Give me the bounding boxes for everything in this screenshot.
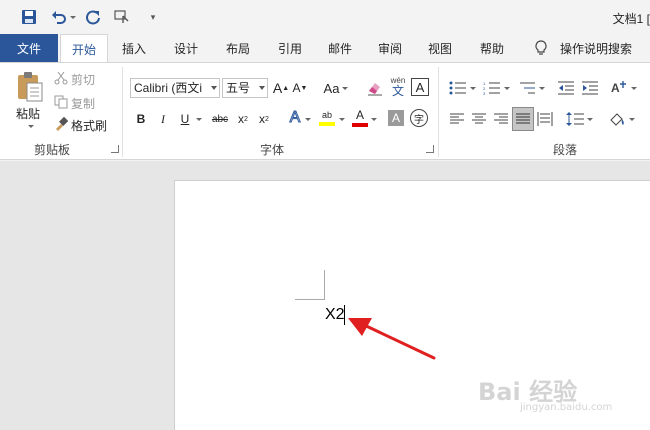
character-shading-button[interactable]: A (388, 110, 404, 126)
highlight-button[interactable]: ab (318, 107, 336, 129)
title-bar: ▾ 文档1 [ (0, 0, 650, 34)
highlight-swatch (319, 122, 335, 126)
superscript-button[interactable]: x2 (256, 110, 272, 128)
justify-icon[interactable] (512, 107, 534, 131)
tab-view[interactable]: 视图 (420, 34, 460, 62)
underline-button[interactable]: U (178, 110, 192, 128)
cut-icon[interactable] (54, 71, 68, 85)
format-painter-icon[interactable] (54, 117, 68, 131)
undo-dropdown-icon[interactable] (66, 8, 76, 26)
annotation-arrow-icon (348, 318, 436, 360)
distributed-icon[interactable] (536, 109, 554, 129)
tab-insert[interactable]: 插入 (114, 34, 154, 62)
group-divider (122, 67, 123, 157)
font-color-button[interactable]: A (351, 107, 369, 129)
customize-qat-icon[interactable]: ▾ (144, 8, 162, 26)
italic-button[interactable]: I (156, 110, 170, 128)
shrink-font-label: A (292, 81, 301, 95)
font-color-label: A (355, 108, 364, 122)
shrink-font-button[interactable]: A ▼ (292, 78, 308, 98)
svg-text:3: 3 (483, 91, 486, 95)
font-color-swatch (352, 123, 368, 127)
tab-design[interactable]: 设计 (166, 34, 206, 62)
group-divider (438, 67, 439, 157)
subscript-button[interactable]: x2 (235, 110, 251, 128)
paste-icon[interactable] (14, 71, 46, 103)
format-painter-button[interactable]: 格式刷 (71, 117, 107, 134)
document-page[interactable] (174, 180, 650, 430)
character-border-button[interactable]: A (411, 78, 429, 96)
align-center-icon[interactable] (470, 109, 488, 129)
text-effects-dropdown-icon[interactable] (304, 110, 312, 128)
phonetic-guide-button[interactable]: wén 文 (389, 75, 407, 99)
shading-icon[interactable] (606, 109, 636, 129)
chinese-layout-icon[interactable]: A (608, 78, 638, 98)
align-right-icon[interactable] (492, 109, 510, 129)
tab-help[interactable]: 帮助 (472, 34, 512, 62)
superscript-index: 2 (265, 115, 269, 123)
lightbulb-icon[interactable] (532, 34, 550, 62)
font-color-dropdown-icon[interactable] (370, 110, 378, 128)
grow-font-label: A (272, 80, 283, 96)
chevron-down-icon[interactable] (211, 86, 217, 90)
tell-me-search[interactable]: 操作说明搜索 (556, 34, 636, 62)
tab-home[interactable]: 开始 (60, 34, 108, 63)
numbering-icon[interactable]: 123 (482, 78, 510, 98)
clear-formatting-icon[interactable] (366, 78, 384, 98)
underline-dropdown-icon[interactable] (194, 110, 204, 128)
copy-icon[interactable] (54, 95, 68, 109)
redo-icon[interactable] (84, 8, 102, 26)
font-size-box[interactable]: 五号 (222, 78, 268, 98)
touch-mode-icon[interactable] (114, 8, 132, 26)
change-case-label: Aa (323, 80, 340, 96)
bold-button[interactable]: B (134, 110, 148, 128)
font-name-value: Calibri (西文i (134, 81, 203, 95)
copy-button[interactable]: 复制 (71, 95, 95, 112)
font-name-box[interactable]: Calibri (西文i (130, 78, 220, 98)
text-effects-button[interactable]: A (286, 108, 304, 128)
clipboard-group-label: 剪贴板 (34, 143, 71, 157)
decrease-indent-icon[interactable] (556, 78, 576, 98)
tab-mailings[interactable]: 邮件 (320, 34, 360, 62)
chevron-down-icon[interactable] (259, 86, 265, 90)
margin-marker (295, 299, 325, 300)
tab-file[interactable]: 文件 (0, 34, 58, 62)
change-case-button[interactable]: Aa (323, 78, 349, 98)
clipboard-launcher-icon[interactable] (111, 145, 119, 153)
font-group-label: 字体 (260, 143, 285, 157)
grow-font-button[interactable]: A ▲ (273, 78, 289, 98)
strikethrough-button[interactable]: abc (209, 110, 231, 128)
align-left-icon[interactable] (448, 109, 466, 129)
svg-text:A: A (611, 81, 620, 95)
cut-button[interactable]: 剪切 (71, 71, 95, 88)
line-spacing-icon[interactable] (564, 109, 594, 129)
tab-review[interactable]: 审阅 (370, 34, 410, 62)
enclose-characters-button[interactable]: 字 (410, 109, 428, 127)
paragraph-group-label: 段落 (553, 143, 578, 157)
ribbon-tabs: 文件 开始 插入 设计 布局 引用 邮件 审阅 视图 帮助 操作说明搜索 (0, 34, 650, 63)
phonetic-guide-char: 文 (391, 84, 404, 98)
paste-dropdown-icon[interactable] (26, 121, 36, 131)
font-size-value: 五号 (226, 81, 251, 95)
ribbon: 粘贴 剪切 复制 格式刷 剪贴板 Calibri (西文i 五号 A ▲ A ▼ A… (0, 62, 650, 160)
highlight-label: ab (321, 110, 332, 120)
document-title: 文档1 [ (612, 12, 650, 26)
paste-button[interactable]: 粘贴 (16, 105, 40, 122)
increase-indent-icon[interactable] (580, 78, 600, 98)
tab-layout[interactable]: 布局 (218, 34, 258, 62)
watermark-url: jingyan.baidu.com (520, 402, 613, 413)
margin-marker (324, 270, 325, 300)
highlight-dropdown-icon[interactable] (338, 110, 346, 128)
subscript-index: 2 (244, 115, 248, 123)
tab-references[interactable]: 引用 (270, 34, 310, 62)
save-icon[interactable] (20, 8, 38, 26)
bullets-icon[interactable] (448, 78, 476, 98)
multilevel-list-icon[interactable] (516, 78, 546, 98)
font-launcher-icon[interactable] (426, 145, 434, 153)
